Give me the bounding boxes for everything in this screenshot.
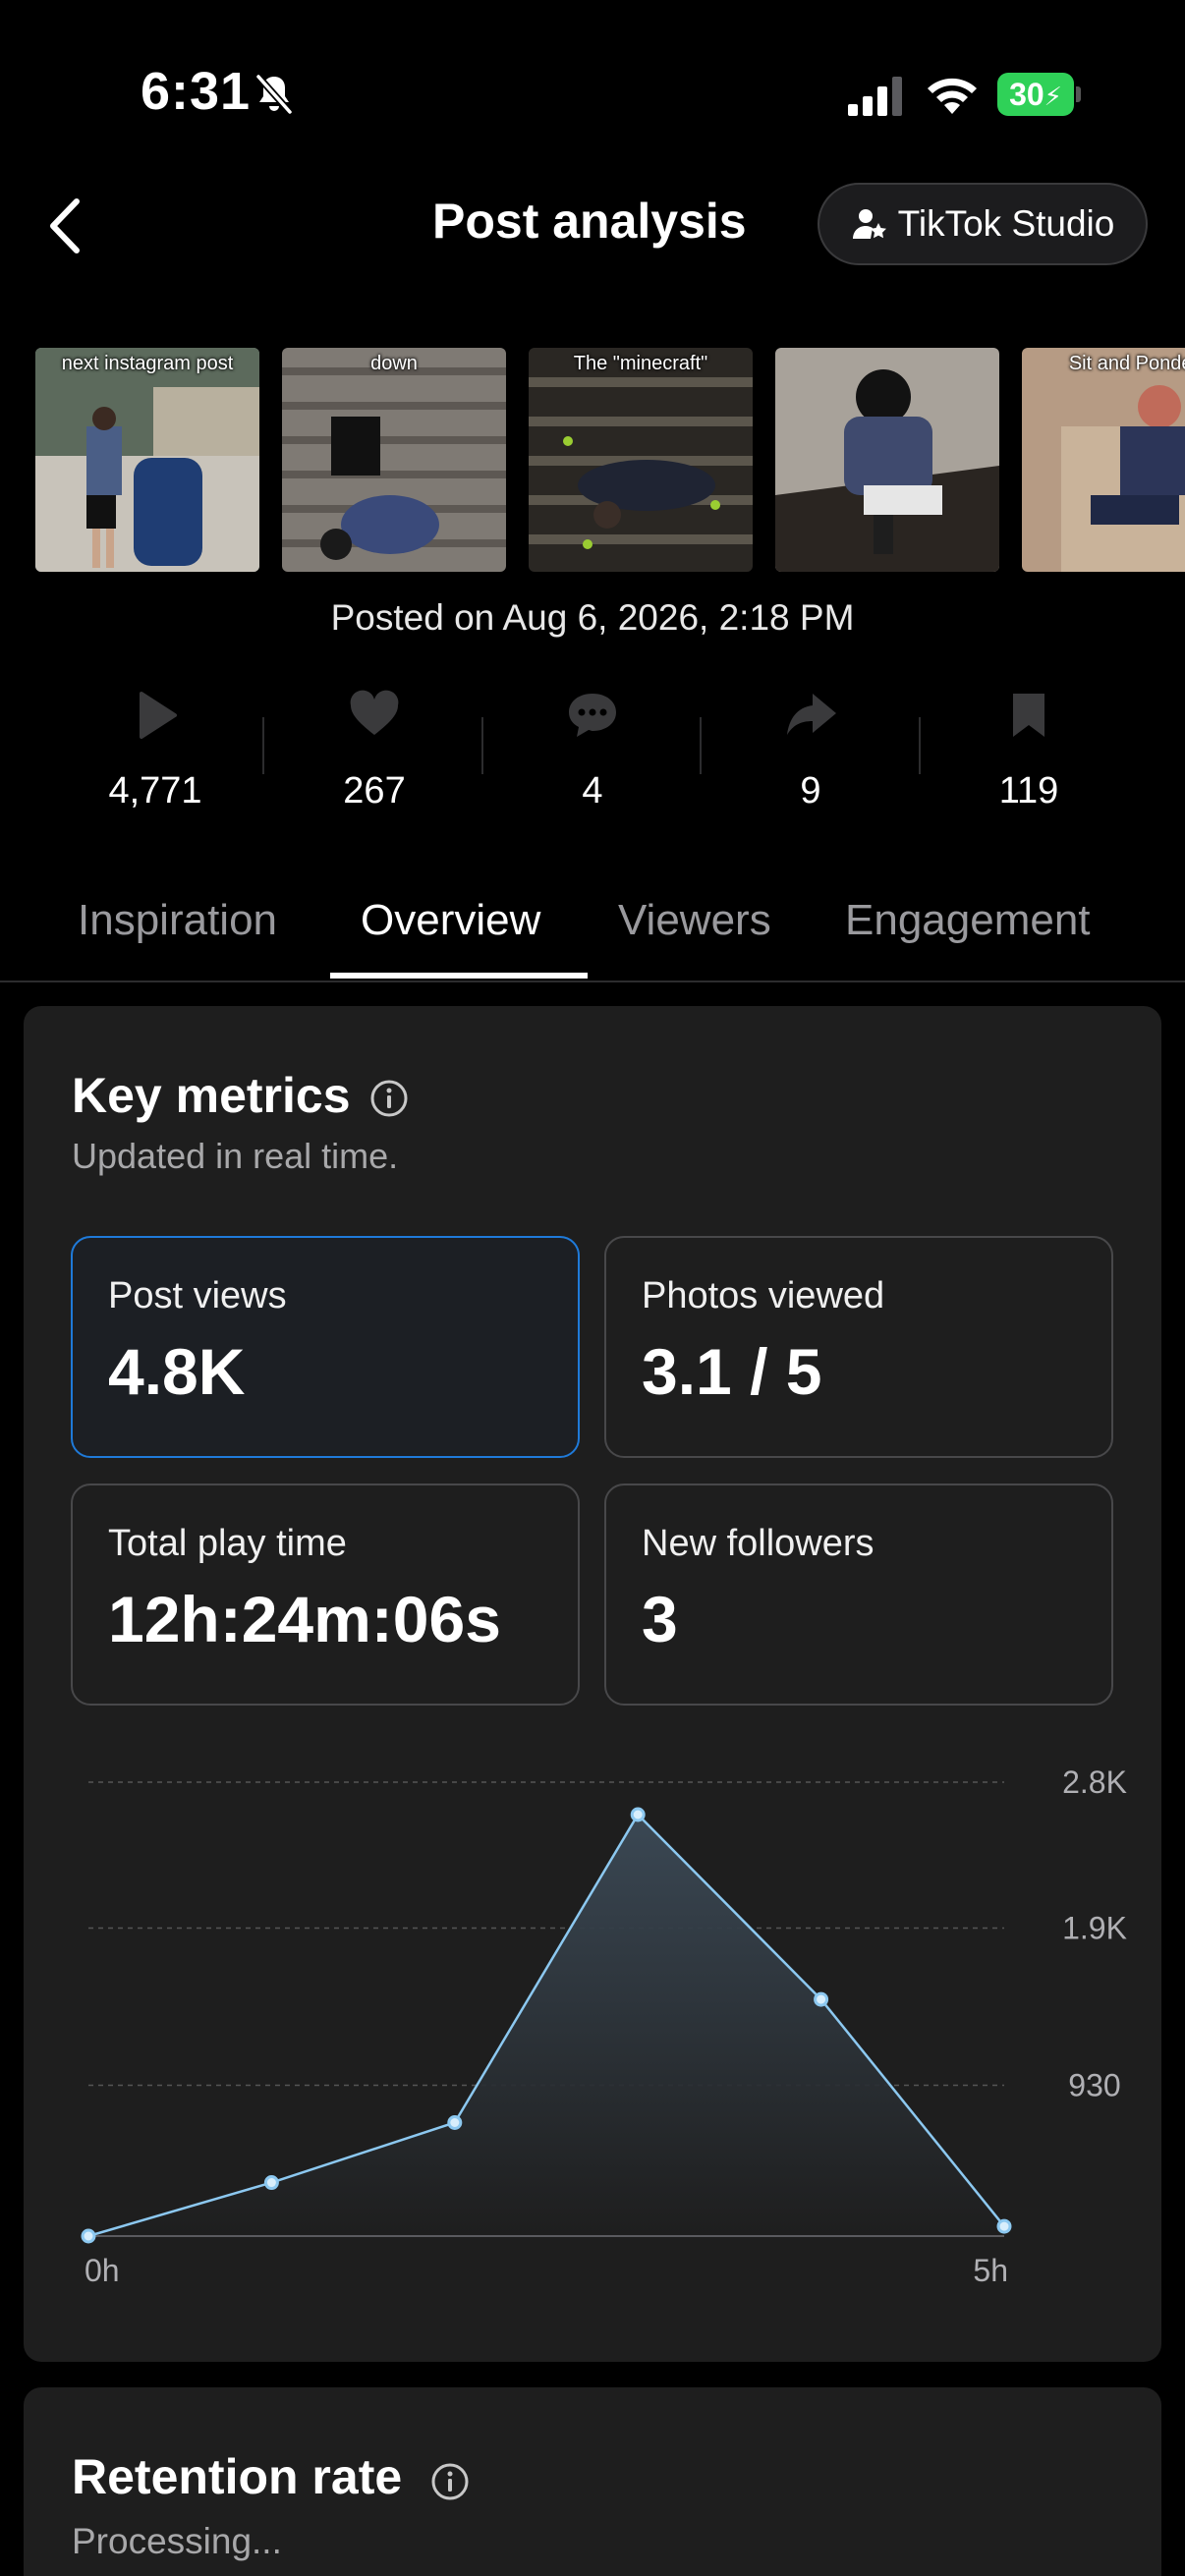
tab-viewers[interactable]: Viewers — [618, 896, 771, 945]
wifi-icon — [928, 78, 977, 114]
status-bar: 6:31 30⚡ — [0, 0, 1185, 187]
chart-data-point[interactable] — [263, 2175, 279, 2191]
tab-inspiration[interactable]: Inspiration — [78, 896, 277, 945]
post-thumbnail-strip[interactable]: next instagram post down The "minecraft"… — [35, 348, 1185, 572]
chart-data-point[interactable] — [447, 2115, 463, 2130]
tab-overview[interactable]: Overview — [361, 896, 540, 945]
active-tab-indicator — [330, 973, 588, 979]
chart-data-point[interactable] — [814, 1991, 829, 2007]
chart-x-tick-label: 5h — [973, 2253, 1008, 2288]
stat-divider — [262, 717, 264, 774]
tab-engagement[interactable]: Engagement — [845, 896, 1091, 945]
stat-comments: 4 — [494, 688, 691, 812]
retention-title: Retention rate — [72, 2449, 403, 2504]
posted-on-date: Posted on Aug 6, 2026, 2:18 PM — [330, 597, 855, 638]
chart-y-tick-label: 2.8K — [1062, 1764, 1127, 1800]
comment-icon — [569, 694, 616, 737]
play-icon — [140, 692, 177, 739]
stat-value: 119 — [998, 770, 1059, 812]
page-title: Post analysis — [432, 194, 747, 249]
battery-level: 30 — [1009, 77, 1044, 112]
post-views-chart[interactable]: 930 1.9K 2.8K 0h 5h — [24, 1006, 1161, 2362]
thumbnail-caption: Sit and Ponder — [1068, 353, 1185, 374]
stat-divider — [919, 717, 921, 774]
stat-value: 4,771 — [108, 770, 202, 812]
retention-status: Processing... — [72, 2521, 282, 2561]
heart-icon — [350, 690, 399, 735]
chart-data-point[interactable] — [630, 1807, 646, 1822]
bookmark-icon — [1013, 694, 1044, 737]
retention-rate-card: Retention rate Processing... — [24, 2387, 1161, 2576]
cellular-signal-icon — [848, 77, 902, 116]
key-metrics-card: Key metrics Updated in real time. Post v… — [24, 1006, 1161, 2362]
thumbnail-2[interactable]: down — [282, 348, 506, 572]
thumbnail-caption: The "minecraft" — [573, 353, 708, 374]
status-time: 6:31 — [141, 62, 252, 121]
stat-divider — [700, 717, 702, 774]
stat-value: 4 — [582, 770, 603, 812]
stat-shares: 9 — [712, 688, 909, 812]
thumbnail-caption: down — [370, 353, 418, 374]
thumbnail-1[interactable]: next instagram post — [35, 348, 259, 572]
thumbnail-caption: next instagram post — [61, 353, 234, 374]
chart-y-tick-label: 930 — [1068, 2068, 1120, 2103]
bell-slash-icon — [255, 74, 293, 115]
stat-saves: 119 — [931, 688, 1127, 812]
info-icon[interactable] — [430, 2462, 470, 2501]
thumbnail-5[interactable]: Sit and Ponder — [1022, 348, 1185, 572]
stat-value: 267 — [343, 770, 406, 812]
tiktok-studio-label: TikTok Studio — [897, 203, 1115, 244]
chevron-left-icon[interactable] — [39, 192, 88, 260]
chart-y-tick-label: 1.9K — [1062, 1911, 1127, 1946]
battery-charging-icon: 30⚡ — [997, 73, 1082, 116]
chart-area-fill — [88, 1815, 1004, 2236]
thumbnail-3[interactable]: The "minecraft" — [529, 348, 753, 572]
stat-value: 9 — [800, 770, 821, 812]
tiktok-studio-button[interactable]: TikTok Studio — [818, 183, 1148, 265]
chart-data-point[interactable] — [996, 2218, 1012, 2234]
chart-data-point[interactable] — [81, 2228, 96, 2244]
stat-likes: 267 — [276, 688, 473, 812]
stat-views: 4,771 — [57, 688, 254, 812]
stat-divider — [481, 717, 483, 774]
person-star-icon — [852, 209, 886, 239]
chart-x-tick-label: 0h — [85, 2253, 120, 2288]
tab-bar: Inspiration Overview Viewers Engagement — [0, 884, 1185, 982]
stats-row: 4,771 267 4 9 119 — [0, 688, 1185, 835]
share-icon — [787, 694, 836, 735]
thumbnail-4[interactable] — [775, 348, 999, 572]
